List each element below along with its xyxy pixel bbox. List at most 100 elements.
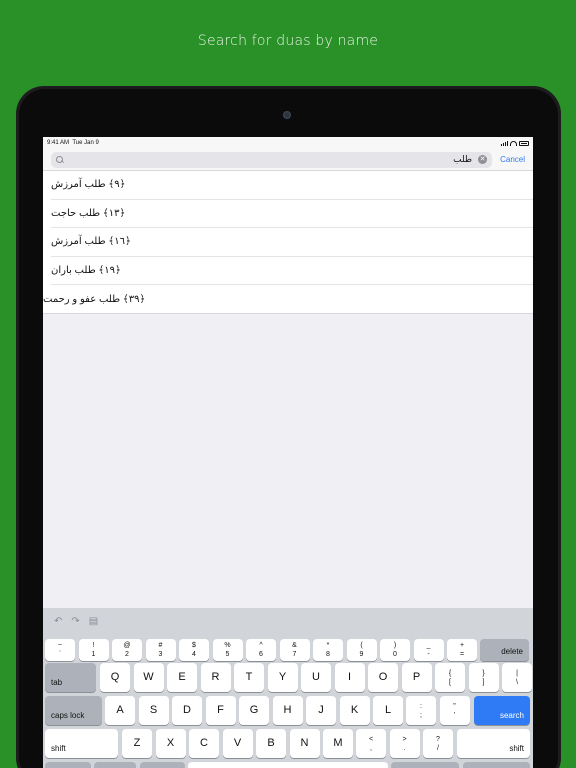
letter-key[interactable]: X (155, 729, 186, 758)
number-key[interactable]: + = (447, 639, 477, 661)
symbol-key[interactable]: {[ (435, 663, 465, 692)
key-bottom-label: 9 (359, 651, 364, 658)
letter-key[interactable]: Y (267, 663, 298, 692)
page-headline: Search for duas by name (197, 33, 379, 49)
number-key[interactable]: & 7 (279, 639, 310, 661)
key-bottom-label: \ (516, 678, 518, 686)
letter-key[interactable]: T (234, 663, 264, 692)
list-item[interactable]: ﴿١٩﴾ طلب باران (51, 257, 533, 286)
letter-key[interactable]: R (200, 663, 231, 692)
key-top-label: @ (123, 642, 131, 649)
list-item-label: ﴿٣٩﴾ طلب عفو و رحمت (43, 293, 146, 305)
key-bottom-label: = (459, 651, 465, 658)
key-bottom-label: / (437, 744, 439, 752)
list-item-label: ﴿٩﴾ طلب آمرزش (51, 179, 126, 191)
symbol-key[interactable]: >. (389, 729, 420, 758)
list-item[interactable]: ﴿١٣﴾ طلب حاجت (51, 200, 533, 229)
letter-key[interactable]: S (138, 696, 169, 725)
number-key[interactable]: ^ 6 (246, 639, 276, 661)
clear-icon[interactable]: ✕ (478, 155, 488, 164)
number-key[interactable]: $4 (179, 639, 209, 661)
letter-key[interactable]: V (222, 729, 253, 758)
letter-key[interactable]: W (133, 663, 164, 692)
letter-key[interactable]: L (373, 696, 403, 725)
letter-key[interactable]: N (289, 729, 320, 758)
letter-key[interactable]: K (339, 696, 370, 725)
number-key[interactable]: % 5 (212, 639, 243, 661)
letter-key[interactable]: P (401, 663, 432, 692)
letter-key[interactable]: C (189, 729, 219, 758)
caps-lock-key[interactable]: caps lock (45, 696, 102, 725)
number-key[interactable]: (9 (346, 639, 377, 661)
letter-key[interactable]: F (205, 696, 236, 725)
tab-key[interactable]: tab (45, 663, 96, 692)
letter-key[interactable]: J (306, 696, 336, 725)
letter-key[interactable]: Z (122, 729, 152, 758)
symbol-key[interactable]: :; (406, 696, 436, 725)
letter-key[interactable]: A (105, 696, 135, 725)
letter-key[interactable]: O (368, 663, 398, 692)
number-key[interactable]: _ - (413, 639, 444, 661)
letter-key[interactable]: H (272, 696, 303, 725)
list-item[interactable]: ﴿١٦﴾ طلب آمرزش (51, 228, 533, 257)
symbol-key[interactable]: | \ (502, 663, 532, 692)
delete-key[interactable]: delete (480, 639, 529, 661)
number-key[interactable]: ) 0 (380, 639, 410, 661)
list-item-label: ﴿١٩﴾ طلب باران (51, 265, 121, 277)
letter-key[interactable]: M (323, 729, 353, 758)
key-top-label: ? (436, 735, 440, 743)
redo-icon[interactable]: ↷ (71, 616, 79, 627)
dictation-key[interactable] (140, 762, 185, 768)
number-key[interactable]: #3 (145, 639, 176, 661)
symbol-key[interactable]: }] (468, 663, 499, 692)
key-top-label: * (326, 642, 330, 649)
shift-key-right[interactable]: shift (457, 729, 530, 758)
letter-key[interactable]: I (334, 663, 365, 692)
list-item[interactable]: ﴿٣٩﴾ طلب عفو و رحمت (43, 285, 533, 314)
letter-key[interactable]: B (256, 729, 286, 758)
number-key[interactable]: @2 (112, 639, 142, 661)
key-bottom-label: . (403, 744, 406, 752)
key-top-label: : (420, 702, 422, 710)
letter-key[interactable]: E (167, 663, 197, 692)
symbol-key[interactable]: <, (356, 729, 386, 758)
paste-icon[interactable]: ▤ (89, 616, 98, 627)
search-icon (56, 155, 64, 164)
key-top-label: + (459, 642, 465, 649)
battery-icon (519, 140, 529, 146)
symbol-key[interactable]: ? / (423, 729, 453, 758)
letter-key[interactable]: Q (100, 663, 130, 692)
key-top-label: _ (426, 642, 431, 649)
space-key[interactable] (188, 762, 388, 768)
numbers-key-right[interactable] (391, 762, 459, 768)
key-top-label: } (482, 669, 485, 677)
key-bottom-label: - (427, 651, 430, 658)
search-field[interactable]: طلب ✕ (51, 151, 493, 168)
search-key[interactable]: search (474, 696, 530, 725)
number-key[interactable]: ~ ` (45, 639, 75, 661)
keyboard-toolbar: ↶ ↷ ▤ (43, 608, 533, 635)
status-time: 9:41 AM (47, 140, 70, 146)
key-bottom-label: 2 (125, 651, 129, 658)
key-bottom-label: 7 (292, 651, 297, 658)
search-input[interactable]: طلب (70, 154, 472, 165)
globe-key[interactable] (94, 762, 136, 768)
key-top-label: ) (393, 642, 397, 649)
key-bottom-label: ' (453, 711, 456, 719)
numbers-key[interactable] (45, 762, 91, 768)
results-list: ﴿٩﴾ طلب آمرزش ﴿١٣﴾ طلب حاجت ﴿١٦﴾ طلب آمر… (43, 171, 533, 314)
letter-key[interactable]: D (172, 696, 202, 725)
key-top-label: ! (92, 642, 95, 649)
cancel-button[interactable]: Cancel (500, 155, 525, 164)
key-top-label: # (158, 642, 163, 649)
shift-key-left[interactable]: shift (45, 729, 118, 758)
letter-key[interactable]: U (301, 663, 331, 692)
letter-key[interactable]: G (239, 696, 269, 725)
number-key[interactable]: ! 1 (78, 639, 109, 661)
hide-keyboard-key[interactable] (463, 762, 530, 768)
number-key[interactable]: * 8 (313, 639, 343, 661)
undo-icon[interactable]: ↶ (54, 616, 62, 627)
symbol-key[interactable]: " ' (439, 696, 470, 725)
key-bottom-label: 6 (259, 651, 263, 658)
list-item[interactable]: ﴿٩﴾ طلب آمرزش (51, 171, 533, 200)
